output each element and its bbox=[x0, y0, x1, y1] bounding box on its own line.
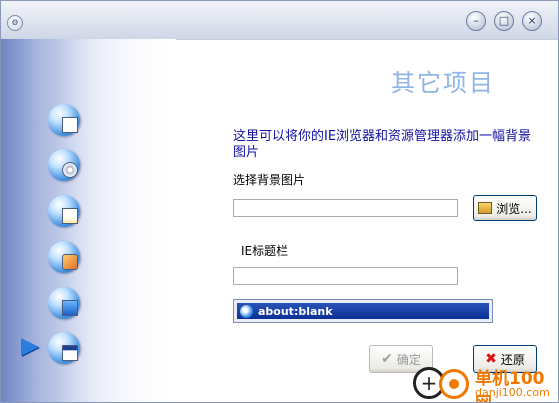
disk-icon bbox=[62, 162, 78, 178]
app-window: ⚙ – □ × 其它项目 这里可以将你的IE浏览器和资源管理器添加一幅背景图片 … bbox=[0, 0, 559, 403]
watermark-circle-logo-icon bbox=[439, 369, 469, 399]
background-image-path-input[interactable] bbox=[233, 199, 458, 217]
description-text: 这里可以将你的IE浏览器和资源管理器添加一幅背景图片 bbox=[233, 129, 532, 160]
ie-preview-text: about:blank bbox=[258, 304, 333, 318]
selected-arrow-icon bbox=[21, 338, 39, 356]
page-title: 其它项目 bbox=[391, 69, 495, 97]
browse-button-label: 浏览... bbox=[496, 201, 532, 216]
watermark-url: danji100.com bbox=[475, 386, 550, 399]
maximize-button[interactable]: □ bbox=[494, 11, 514, 31]
nav-item-tools[interactable] bbox=[48, 241, 80, 273]
minimize-button[interactable]: – bbox=[466, 11, 486, 31]
background-image-label: 选择背景图片 bbox=[233, 173, 306, 187]
browse-folder-icon bbox=[478, 202, 493, 214]
nav-item-document[interactable] bbox=[48, 195, 80, 227]
ie-title-preview: about:blank bbox=[233, 299, 493, 323]
browse-button[interactable]: 浏览... bbox=[473, 195, 537, 221]
nav-item-window[interactable] bbox=[48, 332, 80, 364]
monitor-icon bbox=[62, 300, 78, 316]
ie-title-preview-bar: about:blank bbox=[237, 303, 489, 319]
folder-icon bbox=[62, 117, 78, 133]
check-icon: ✔ bbox=[381, 351, 393, 367]
nav-item-monitor[interactable] bbox=[48, 287, 80, 319]
close-button[interactable]: × bbox=[522, 11, 542, 31]
window-icon bbox=[62, 345, 78, 361]
system-menu-icon[interactable]: ⚙ bbox=[7, 15, 23, 31]
nav-item-disk[interactable] bbox=[48, 149, 80, 181]
title-bar[interactable]: ⚙ – □ × bbox=[1, 1, 558, 40]
document-icon bbox=[62, 208, 78, 224]
nav-item-folder[interactable] bbox=[48, 104, 80, 136]
ie-title-label: IE标题栏 bbox=[241, 244, 289, 258]
ie-title-input[interactable] bbox=[233, 267, 458, 285]
watermark: + 单机100网 danji100.com bbox=[413, 361, 558, 402]
ie-icon bbox=[240, 304, 253, 318]
tools-icon bbox=[62, 254, 78, 270]
